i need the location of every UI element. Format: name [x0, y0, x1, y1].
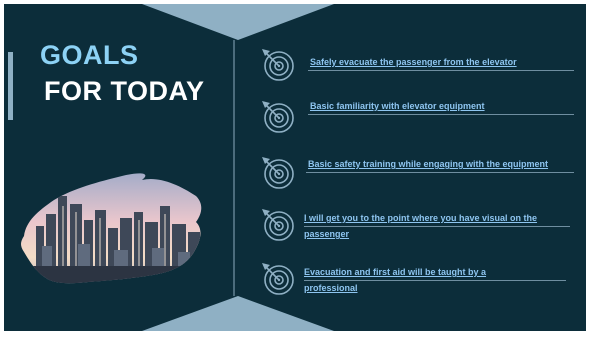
- top-triangle-decoration: [142, 4, 334, 40]
- slide-title-for-today: FOR TODAY: [44, 76, 205, 106]
- city-skyline-image: [18, 166, 208, 293]
- goal-item-3-text: Basic safety training while engaging wit…: [308, 159, 549, 169]
- goal-item-1-text: Safely evacuate the passenger from the e…: [310, 57, 517, 67]
- target-arrow-icon: [262, 49, 294, 81]
- slide: GOALS FOR TODAY Safely evacuate the pass…: [4, 4, 586, 331]
- target-arrow-icon: [262, 209, 294, 241]
- target-arrow-icon: [262, 157, 294, 189]
- target-arrow-icon: [262, 263, 294, 295]
- slide-title-goals: GOALS: [40, 40, 139, 70]
- bottom-triangle-decoration: [142, 296, 334, 331]
- goal-item-2-underline: [308, 114, 574, 115]
- goal-item-4-underline: [304, 226, 570, 227]
- title-accent-bar: [8, 52, 13, 120]
- goal-item-2-text: Basic familiarity with elevator equipmen…: [310, 101, 485, 111]
- goal-item-1-underline: [308, 70, 574, 71]
- target-arrow-icon: [262, 101, 294, 133]
- goal-item-5-underline: [304, 280, 566, 281]
- goal-item-3-underline: [306, 172, 574, 173]
